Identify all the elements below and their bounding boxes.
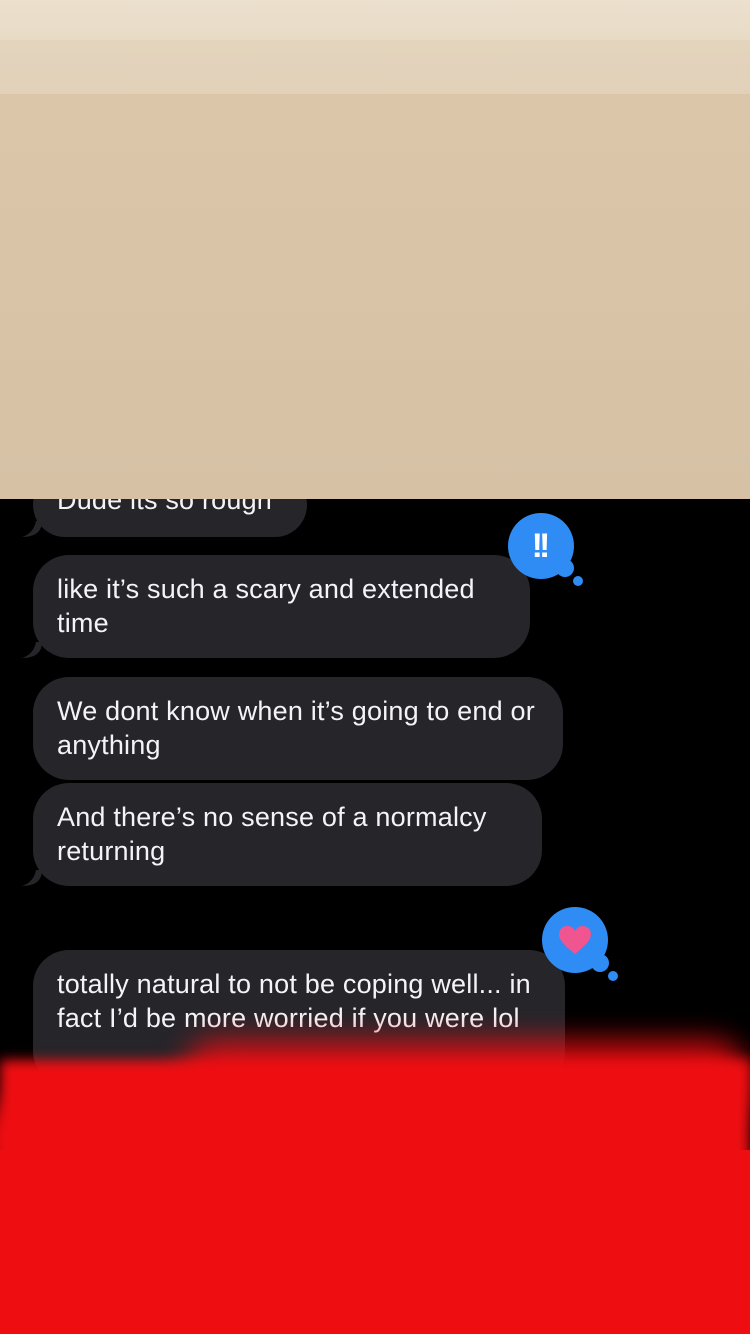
bubble-tail-icon [22, 870, 42, 886]
reaction-tail-dot [608, 971, 618, 981]
reaction-tail-dot [556, 559, 574, 577]
message-text-1: Dude its so rough [57, 499, 273, 515]
redaction-cover-top [0, 0, 750, 499]
reaction-tail-dot [573, 576, 583, 586]
message-bubble-1[interactable]: Dude its so rough [33, 499, 307, 537]
reaction-tail-dot [591, 954, 609, 972]
redaction-cover-bottom-solid [0, 1150, 750, 1334]
message-bubble-2[interactable]: like it’s such a scary and extended time [33, 555, 530, 658]
double-exclamation-icon: !! [531, 526, 551, 565]
message-bubble-3[interactable]: We dont know when it’s going to end or a… [33, 677, 563, 780]
bubble-tail-icon [22, 521, 42, 537]
message-text-4: And there’s no sense of a normalcy retur… [57, 802, 487, 866]
message-bubble-4[interactable]: And there’s no sense of a normalcy retur… [33, 783, 542, 886]
message-text-2: like it’s such a scary and extended time [57, 574, 475, 638]
bubble-tail-icon [22, 642, 42, 658]
heart-icon [559, 926, 591, 954]
message-text-5: totally natural to not be coping well...… [57, 969, 531, 1033]
message-text-3: We dont know when it’s going to end or a… [57, 696, 535, 760]
